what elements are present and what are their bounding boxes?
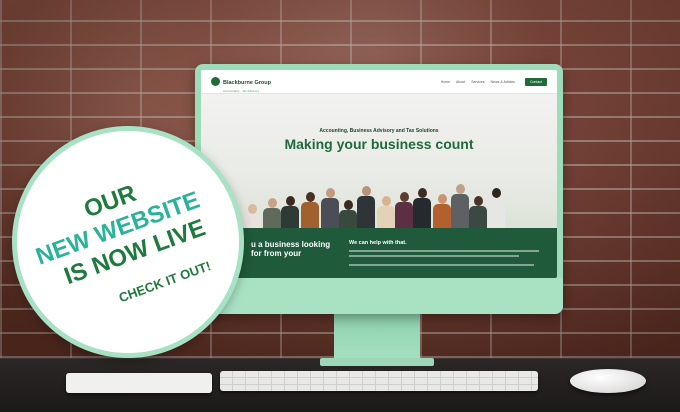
contact-button[interactable]: Contact [524,77,547,86]
mouse [570,369,646,393]
monitor-stand [334,314,420,362]
website-hero: Accounting, Business Advisory and Tax So… [201,94,557,268]
website-logo[interactable]: Blackburne Group Accountants · Tax Advis… [211,71,271,93]
logo-icon [211,77,220,86]
text-line [349,255,519,257]
nav-link-home[interactable]: Home [441,80,450,84]
text-line [349,264,534,266]
trackpad [66,373,212,393]
nav-link-about[interactable]: About [456,80,465,84]
logo-tagline: Accountants · Tax Advisors [223,88,259,93]
website-navbar: Blackburne Group Accountants · Tax Advis… [201,70,557,94]
nav-link-services[interactable]: Services [471,80,484,84]
monitor-stand-base [320,358,434,366]
website-nav-links: Home About Services News & Articles [441,80,515,84]
keyboard [220,371,538,391]
nav-link-news[interactable]: News & Articles [491,80,515,84]
text-line [349,250,539,252]
announcement-badge: OUR NEW WEBSITE IS NOW LIVE CHECK IT OUT… [12,126,244,358]
lower-heading: We can help with that. [349,240,407,246]
hero-kicker: Accounting, Business Advisory and Tax So… [319,128,439,134]
hero-title: Making your business count [284,136,474,152]
logo-name: Blackburne Group [223,79,271,86]
